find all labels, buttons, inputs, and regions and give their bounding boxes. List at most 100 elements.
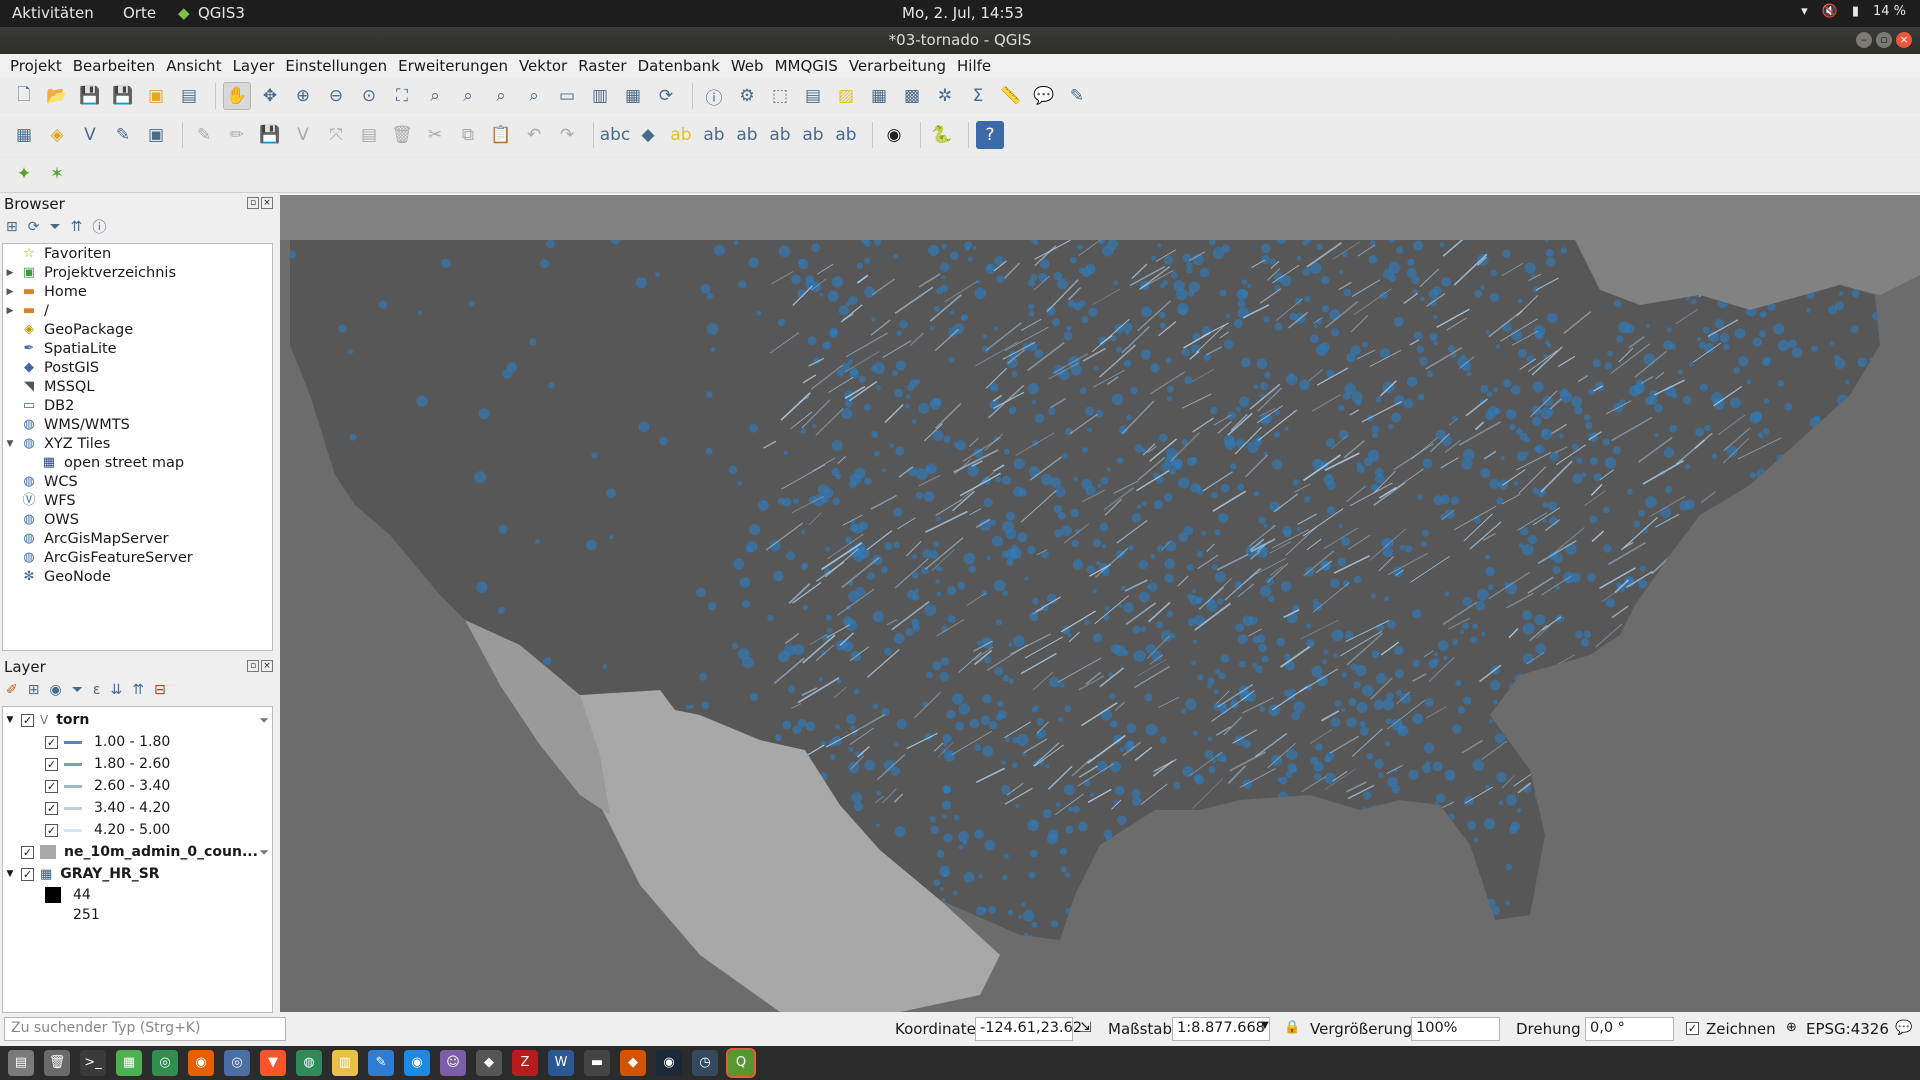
legend-class-row[interactable]: ✓ 4.20 - 5.00 xyxy=(3,819,272,841)
change-label-icon[interactable]: ab xyxy=(832,121,860,149)
close-panel-button[interactable]: × xyxy=(261,660,273,672)
new-shapefile-layer-icon[interactable]: V xyxy=(76,121,104,149)
deselect-icon[interactable]: ▨ xyxy=(832,82,860,110)
bookmark-icon[interactable]: ▥ xyxy=(586,82,614,110)
crs-globe-icon[interactable]: ⊕ xyxy=(1786,1020,1797,1035)
browser-item[interactable]: ▶ ▬ / xyxy=(3,301,272,320)
open-project-icon[interactable]: 📂 xyxy=(43,82,71,110)
refresh-icon[interactable]: ⟳ xyxy=(652,82,680,110)
properties-icon[interactable]: ⓘ xyxy=(92,217,106,237)
class-visibility-checkbox[interactable]: ✓ xyxy=(45,735,58,749)
paste-features-icon[interactable]: 📋 xyxy=(487,121,515,149)
layer-countries[interactable]: ✓ ne_10m_admin_0_coun... ⏷ xyxy=(3,841,272,863)
identify-icon[interactable]: ⓘ xyxy=(700,82,728,110)
expand-arrow-icon[interactable]: ▶ xyxy=(3,268,17,278)
filter-expression-icon[interactable]: ε xyxy=(93,682,101,698)
close-panel-button[interactable]: × xyxy=(261,197,273,209)
filter-legend-icon[interactable]: ⏷ xyxy=(72,682,83,698)
files-app-icon[interactable]: ▤ xyxy=(8,1050,34,1076)
clock[interactable]: Mo, 2. Jul, 14:53 xyxy=(902,4,1024,22)
processing-toolbox-icon[interactable]: ✲ xyxy=(931,82,959,110)
save-as-icon[interactable]: 💾 xyxy=(109,82,137,110)
activities-button[interactable]: Aktivitäten xyxy=(12,4,94,22)
remove-layer-icon[interactable]: ⊟ xyxy=(154,682,166,698)
refresh-icon[interactable]: ⟳ xyxy=(28,219,40,235)
browser-item[interactable]: ◍ WCS xyxy=(3,472,272,491)
minimize-button[interactable]: – xyxy=(1856,32,1872,48)
label-toolbar-icon[interactable]: abc xyxy=(600,121,631,149)
class-visibility-checkbox[interactable]: ✓ xyxy=(45,757,58,771)
vertex-tool-icon[interactable]: ⤧ xyxy=(322,121,350,149)
places-menu[interactable]: Orte xyxy=(123,4,156,22)
new-geopackage-layer-icon[interactable]: ◈ xyxy=(43,121,71,149)
clock-app-icon[interactable]: ◷ xyxy=(692,1050,718,1076)
layer-visibility-checkbox[interactable]: ✓ xyxy=(21,845,34,859)
zoom-next-icon[interactable]: ⌕ xyxy=(520,82,548,110)
system-status-area[interactable]: ▾ 🔇 ▮ 14 % xyxy=(1801,4,1906,19)
menu-verarbeitung[interactable]: Verarbeitung xyxy=(845,54,953,78)
calc-app-icon[interactable]: ▦ xyxy=(116,1050,142,1076)
filezilla-app-icon[interactable]: Z xyxy=(512,1050,538,1076)
browser-item[interactable]: ◍ ArcGisFeatureServer xyxy=(3,548,272,567)
zoom-last-icon[interactable]: ⌕ xyxy=(487,82,515,110)
collapse-all-icon[interactable]: ⇈ xyxy=(71,219,83,235)
menu-erweiterungen[interactable]: Erweiterungen xyxy=(394,54,515,78)
browser-item[interactable]: ▼ ◍ XYZ Tiles xyxy=(3,434,272,453)
python-console-icon[interactable]: 🐍 xyxy=(928,121,956,149)
package-app-icon[interactable]: ◆ xyxy=(620,1050,646,1076)
new-virtual-layer-icon[interactable]: ▣ xyxy=(142,121,170,149)
menu-vektor[interactable]: Vektor xyxy=(515,54,574,78)
statistics-icon[interactable]: Σ xyxy=(964,82,992,110)
annotation-icon[interactable]: ✎ xyxy=(1063,82,1091,110)
menu-datenbank[interactable]: Datenbank xyxy=(634,54,727,78)
layer-tree[interactable]: ▼ ✓ V torn ⏷ ✓ 1.00 - 1.80 ✓ 1.80 - 2.60… xyxy=(2,706,273,1013)
browser-item[interactable]: ◍ OWS xyxy=(3,510,272,529)
current-edits-icon[interactable]: ✎ xyxy=(190,121,218,149)
new-spatialite-layer-icon[interactable]: ✎ xyxy=(109,121,137,149)
show-hide-labels-icon[interactable]: ab xyxy=(733,121,761,149)
qgis-taskbar-icon[interactable]: Q xyxy=(726,1048,756,1078)
map-canvas[interactable] xyxy=(280,195,1920,1012)
toggle-extents-icon[interactable]: ⇲ xyxy=(1080,1020,1092,1036)
magnifier-spinbox[interactable]: 100% xyxy=(1411,1017,1500,1041)
browser-item[interactable]: ◍ WMS/WMTS xyxy=(3,415,272,434)
save-project-icon[interactable]: 💾 xyxy=(76,82,104,110)
browser-item[interactable]: ▶ ▣ Projektverzeichnis xyxy=(3,263,272,282)
menu-bearbeiten[interactable]: Bearbeiten xyxy=(69,54,162,78)
filter-icon[interactable]: ⏷ xyxy=(259,845,269,860)
zoom-to-selection-icon[interactable]: ⌕ xyxy=(421,82,449,110)
float-panel-button[interactable]: ▫ xyxy=(247,660,259,672)
add-selected-layers-icon[interactable]: ⊞ xyxy=(6,219,18,235)
zoom-out-icon[interactable]: ⊖ xyxy=(322,82,350,110)
plugin-tool-1-icon[interactable]: ✦ xyxy=(10,160,38,188)
menu-mmqgis[interactable]: MMQGIS xyxy=(771,54,845,78)
steam-app-icon[interactable]: ◉ xyxy=(656,1050,682,1076)
layout-manager-icon[interactable]: ▤ xyxy=(175,82,203,110)
browser-item[interactable]: ▶ ▬ Home xyxy=(3,282,272,301)
chromium-app-icon[interactable]: ◎ xyxy=(224,1050,250,1076)
scale-combobox[interactable]: 1:8.877.668 xyxy=(1172,1017,1270,1041)
locator-search-input[interactable]: Zu suchender Typ (Strg+K) xyxy=(4,1017,286,1041)
rotation-spinbox[interactable]: 0,0 ° xyxy=(1585,1017,1674,1041)
collapse-arrow-icon[interactable]: ▼ xyxy=(3,869,17,879)
filter-icon[interactable]: ⏷ xyxy=(259,713,269,728)
print-layout-icon[interactable]: ▣ xyxy=(142,82,170,110)
redo-icon[interactable]: ↷ xyxy=(553,121,581,149)
expand-all-icon[interactable]: ⇊ xyxy=(110,682,122,698)
zoom-native-icon[interactable]: ⊙ xyxy=(355,82,383,110)
rotate-label-icon[interactable]: ab xyxy=(799,121,827,149)
legend-class-row[interactable]: ✓ 3.40 - 4.20 xyxy=(3,797,272,819)
zoom-full-icon[interactable]: ⛶ xyxy=(388,82,416,110)
add-group-icon[interactable]: ⊞ xyxy=(28,682,40,698)
browser-item[interactable]: ◈ GeoPackage xyxy=(3,320,272,339)
menu-layer[interactable]: Layer xyxy=(229,54,282,78)
browser-item[interactable]: ✻ GeoNode xyxy=(3,567,272,586)
browser-item[interactable]: ▦ open street map xyxy=(3,453,272,472)
terminal-app-icon[interactable]: >_ xyxy=(80,1050,106,1076)
layer-visibility-checkbox[interactable]: ✓ xyxy=(21,867,34,881)
layer-visibility-checkbox[interactable]: ✓ xyxy=(21,713,34,727)
quickmapservices-icon[interactable]: ◉ xyxy=(880,121,908,149)
class-visibility-checkbox[interactable]: ✓ xyxy=(45,823,58,837)
delete-selected-icon[interactable]: 🗑 xyxy=(388,121,416,149)
menu-projekt[interactable]: Projekt xyxy=(6,54,69,78)
